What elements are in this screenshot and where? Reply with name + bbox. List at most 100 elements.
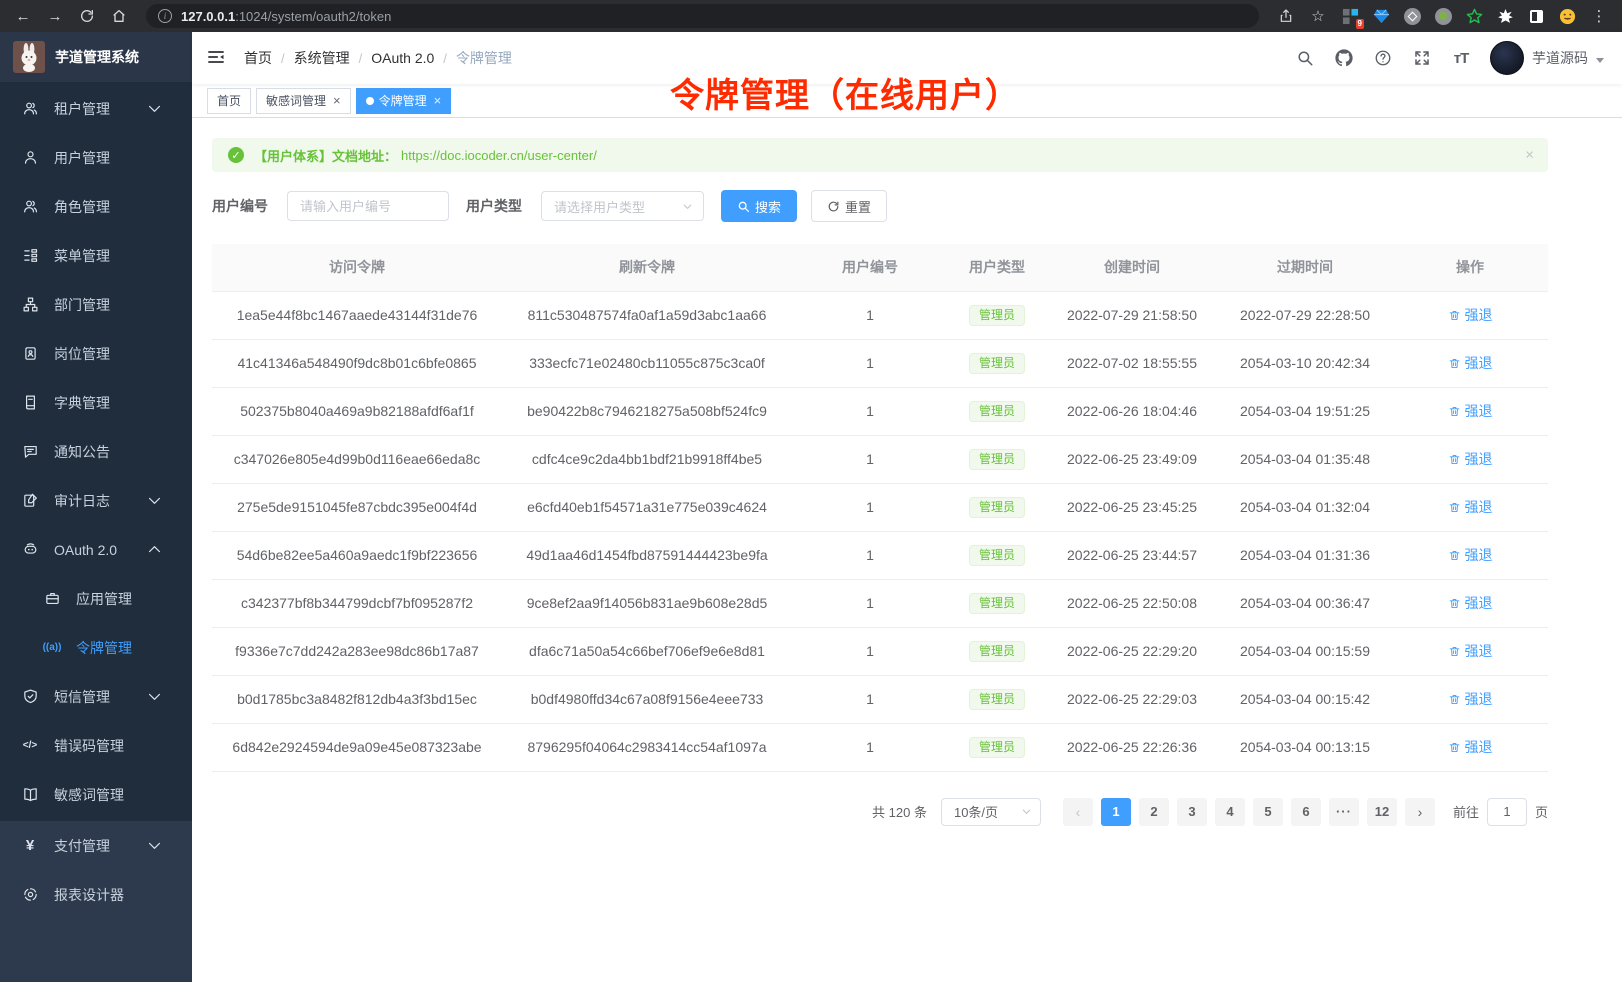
sidebar-item-audit[interactable]: 审计日志 [0, 476, 192, 525]
alert-close-icon[interactable]: × [1525, 147, 1534, 164]
back-button[interactable]: ← [10, 3, 36, 29]
extension-badge: 9 [1356, 19, 1364, 29]
sidebar-item-oauth-app[interactable]: 应用管理 [0, 574, 192, 623]
browser-menu-button[interactable]: ⋮ [1586, 3, 1612, 29]
search-icon [737, 200, 750, 213]
refresh-token-cell: cdfc4ce9c2da4bb1bdf21b9918ff4be5 [502, 435, 792, 483]
sidebar-collapse-button[interactable] [206, 47, 228, 69]
extension-emoji-icon[interactable] [1558, 7, 1576, 25]
action-cell: 强退 [1392, 579, 1548, 627]
table-row: b0d1785bc3a8482f812db4a3f3bd15ecb0df4980… [212, 675, 1548, 723]
chevron-down-icon [1596, 58, 1604, 63]
sidebar-item-post[interactable]: 岗位管理 [0, 329, 192, 378]
browser-chrome: ← → i 127.0.0.1:1024/system/oauth2/token… [0, 0, 1622, 32]
force-logout-button[interactable]: 强退 [1448, 449, 1493, 469]
sidebar-item-dept[interactable]: 部门管理 [0, 280, 192, 329]
site-info-icon[interactable]: i [158, 9, 172, 23]
page-button-2[interactable]: 2 [1139, 798, 1169, 826]
extension-white-star-icon[interactable] [1496, 7, 1514, 25]
goto-page-input[interactable] [1487, 798, 1527, 826]
help-icon[interactable] [1373, 48, 1393, 68]
breadcrumb-item[interactable]: 系统管理 [294, 48, 350, 68]
tab-close-icon[interactable]: × [434, 94, 442, 107]
page-size-select[interactable]: 10条/页 [941, 798, 1041, 826]
sidebar-item-label: 角色管理 [54, 197, 110, 217]
page-ellipsis-button[interactable]: ··· [1329, 798, 1359, 826]
extension-sidepanel-icon[interactable] [1527, 7, 1545, 25]
page-button-3[interactable]: 3 [1177, 798, 1207, 826]
breadcrumb-item[interactable]: 首页 [244, 48, 272, 68]
app-logo[interactable]: 芋道管理系统 [0, 32, 192, 82]
tab-close-icon[interactable]: × [333, 94, 341, 107]
user-id-input[interactable] [287, 191, 449, 221]
share-button[interactable] [1273, 3, 1299, 29]
sidebar-item-menu[interactable]: 菜单管理 [0, 231, 192, 280]
user-type-badge: 管理员 [969, 497, 1025, 518]
chevron-down-icon [145, 492, 163, 510]
sidebar-item-dict[interactable]: 字典管理 [0, 378, 192, 427]
force-logout-button[interactable]: 强退 [1448, 545, 1493, 565]
access-token-cell: b0d1785bc3a8482f812db4a3f3bd15ec [212, 675, 502, 723]
extension-star-icon[interactable] [1465, 7, 1483, 25]
sidebar-item-report[interactable]: 报表设计器 [0, 870, 192, 919]
url-bar[interactable]: i 127.0.0.1:1024/system/oauth2/token [146, 4, 1259, 28]
prev-page-button[interactable]: ‹ [1063, 798, 1093, 826]
user-type-badge: 管理员 [969, 641, 1025, 662]
page-button-6[interactable]: 6 [1291, 798, 1321, 826]
force-logout-button[interactable]: 强退 [1448, 689, 1493, 709]
force-logout-button[interactable]: 强退 [1448, 401, 1493, 421]
page-button-5[interactable]: 5 [1253, 798, 1283, 826]
github-icon[interactable] [1334, 48, 1354, 68]
force-logout-button[interactable]: 强退 [1448, 497, 1493, 517]
home-button[interactable] [106, 3, 132, 29]
page-button-1[interactable]: 1 [1101, 798, 1131, 826]
force-logout-button[interactable]: 强退 [1448, 353, 1493, 373]
sidebar-item-user[interactable]: 用户管理 [0, 133, 192, 182]
table-header-cell: 过期时间 [1218, 244, 1392, 291]
user-type-select[interactable]: 请选择用户类型 [541, 191, 704, 221]
sidebar-item-notice[interactable]: 通知公告 [0, 427, 192, 476]
tab-token[interactable]: 令牌管理× [356, 88, 452, 114]
sidebar-item-oauth[interactable]: OAuth 2.0 [0, 525, 192, 574]
created-cell: 2022-06-26 18:04:46 [1046, 387, 1218, 435]
breadcrumb-item[interactable]: OAuth 2.0 [371, 50, 434, 66]
sidebar-item-tenant[interactable]: 租户管理 [0, 84, 192, 133]
reload-button[interactable] [74, 3, 100, 29]
user-type-cell: 管理员 [948, 435, 1046, 483]
sidebar-item-sensitive[interactable]: 敏感词管理 [0, 770, 192, 819]
force-logout-button[interactable]: 强退 [1448, 305, 1493, 325]
sidebar-item-role[interactable]: 角色管理 [0, 182, 192, 231]
extension-command-icon[interactable] [1403, 7, 1421, 25]
tab-sensitive-words[interactable]: 敏感词管理× [256, 88, 351, 114]
url-text: 127.0.0.1:1024/system/oauth2/token [181, 9, 391, 24]
sidebar-item-errcode[interactable]: </>错误码管理 [0, 721, 192, 770]
fullscreen-icon[interactable] [1412, 48, 1432, 68]
font-size-icon[interactable]: тT [1451, 48, 1471, 68]
sidebar-item-pay[interactable]: ¥支付管理 [0, 821, 192, 870]
user-id-cell: 1 [792, 531, 948, 579]
search-button[interactable]: 搜索 [721, 190, 797, 222]
page-button-4[interactable]: 4 [1215, 798, 1245, 826]
tab-home[interactable]: 首页 [207, 88, 251, 114]
dict-icon [21, 394, 39, 412]
force-logout-button[interactable]: 强退 [1448, 737, 1493, 757]
force-logout-button[interactable]: 强退 [1448, 593, 1493, 613]
sidebar-item-sms[interactable]: 短信管理 [0, 672, 192, 721]
user-avatar [1490, 41, 1524, 75]
user-menu[interactable]: 芋道源码 [1490, 41, 1604, 75]
app-logo-avatar [13, 41, 45, 73]
forward-button[interactable]: → [42, 3, 68, 29]
user-id-cell: 1 [792, 339, 948, 387]
action-cell: 强退 [1392, 387, 1548, 435]
extension-grid-icon[interactable]: 9 [1341, 7, 1359, 25]
next-page-button[interactable]: › [1405, 798, 1435, 826]
page-button-12[interactable]: 12 [1367, 798, 1397, 826]
extension-gem-icon[interactable] [1372, 7, 1390, 25]
search-icon[interactable] [1295, 48, 1315, 68]
extension-green-dot-icon[interactable] [1434, 7, 1452, 25]
reset-button[interactable]: 重置 [811, 190, 887, 222]
doc-link[interactable]: https://doc.iocoder.cn/user-center/ [401, 148, 597, 163]
bookmark-star-button[interactable]: ☆ [1305, 3, 1331, 29]
sidebar-item-oauth-token[interactable]: ((a))令牌管理 [0, 623, 192, 672]
force-logout-button[interactable]: 强退 [1448, 641, 1493, 661]
